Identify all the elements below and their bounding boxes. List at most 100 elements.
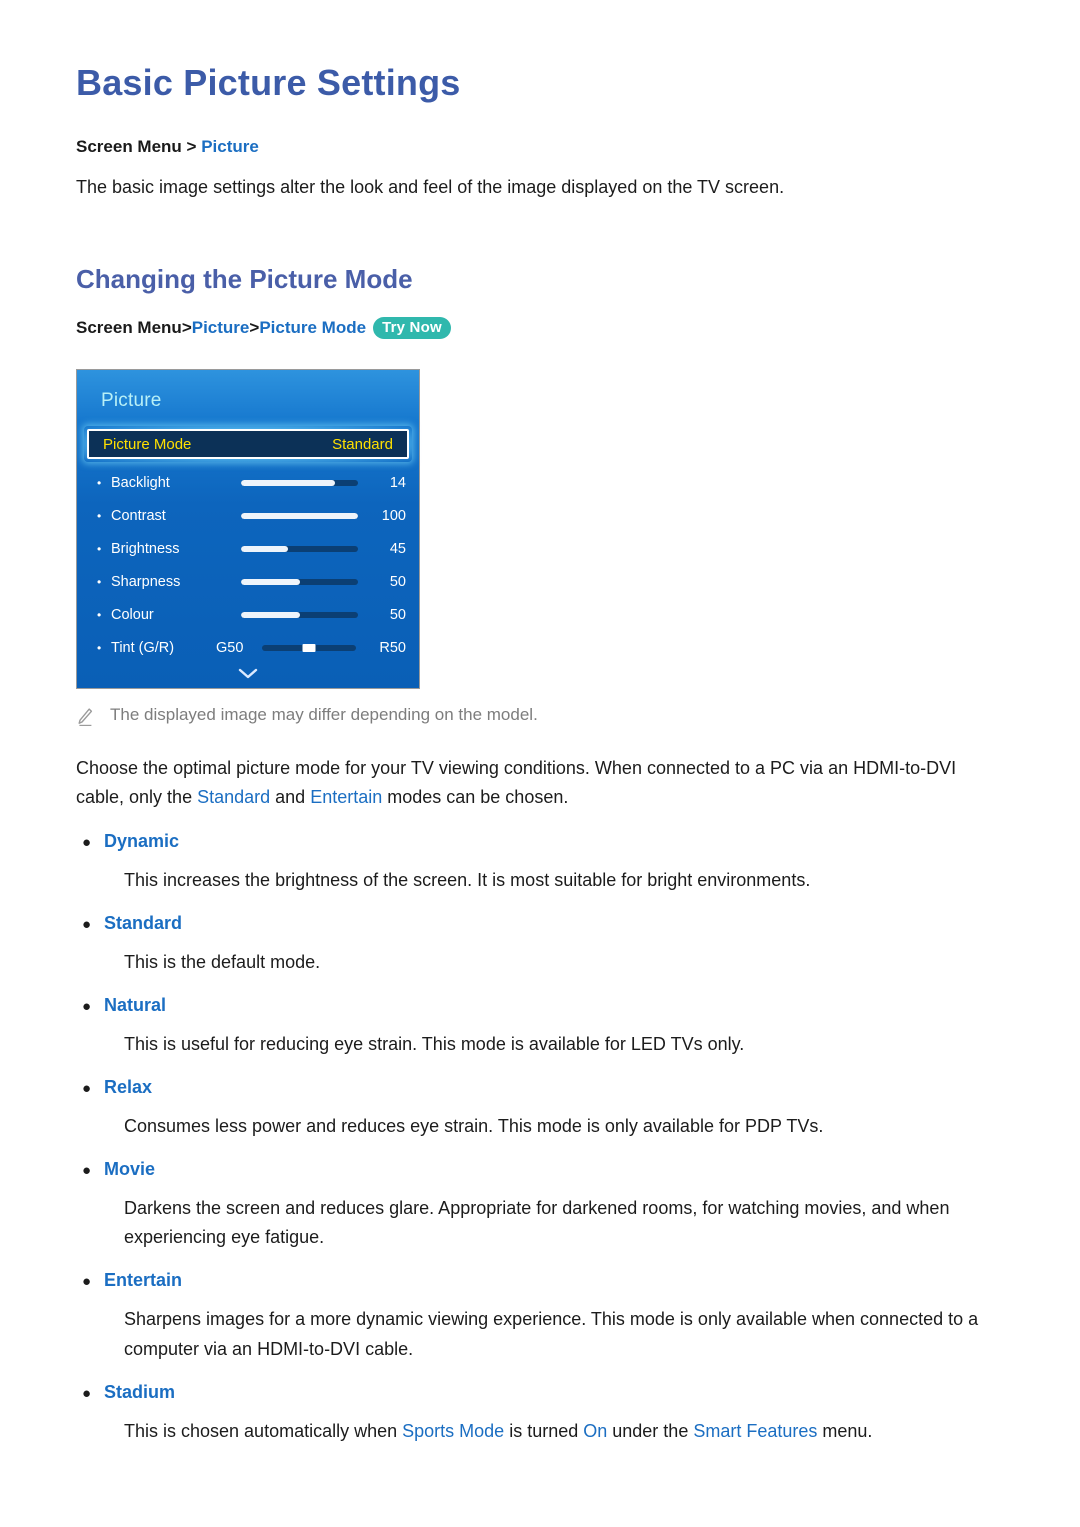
tv-menu-item-value: 14 <box>389 474 406 491</box>
breadcrumb-separator: > <box>186 137 197 156</box>
try-now-badge[interactable]: Try Now <box>373 316 451 340</box>
mode-heading: ● Stadium <box>76 1382 1004 1403</box>
tv-menu-item-label: Picture Mode <box>103 435 192 453</box>
mode-heading: ● Relax <box>76 1077 1004 1098</box>
tv-slider-fill <box>241 578 300 585</box>
tv-menu-item-label: Colour <box>111 606 154 623</box>
breadcrumb-prefix: Screen Menu <box>76 318 182 338</box>
breadcrumb-link-picture[interactable]: Picture <box>201 137 259 156</box>
mode-description: This is useful for reducing eye strain. … <box>124 1033 745 1054</box>
section-heading: Changing the Picture Mode <box>76 263 413 294</box>
note-text: The displayed image may differ depending… <box>110 705 538 725</box>
mode-description: This increases the brightness of the scr… <box>124 869 811 890</box>
mode-item-dynamic: ● Dynamic This increases the brightness … <box>76 831 1004 895</box>
tv-menu-item-value: 50 <box>389 606 406 623</box>
mode-item-movie: ● Movie Darkens the screen and reduces g… <box>76 1159 1004 1252</box>
mode-item-entertain: ● Entertain Sharpens images for a more d… <box>76 1270 1004 1363</box>
page-title: Basic Picture Settings <box>76 62 461 103</box>
tv-tint-right-label: R50 <box>379 639 406 656</box>
mode-name: Standard <box>104 912 183 933</box>
mode-name: Natural <box>104 994 167 1015</box>
stadium-highlight-smart-features: Smart Features <box>693 1420 818 1441</box>
body-text-part-2: and <box>270 787 311 808</box>
tv-menu-item-colour[interactable]: • Colour 50 <box>77 598 419 631</box>
mode-item-stadium: ● Stadium This is chosen automatically w… <box>76 1382 1004 1446</box>
tv-slider-contrast[interactable] <box>241 512 358 519</box>
document-page: Basic Picture Settings Screen Menu > Pic… <box>0 0 1080 1527</box>
breadcrumb-link-picture[interactable]: Picture <box>192 318 250 338</box>
bullet-icon: • <box>97 607 102 622</box>
stadium-highlight-on: On <box>583 1420 608 1441</box>
tv-slider-fill <box>241 545 288 552</box>
mode-item-relax: ● Relax Consumes less power and reduces … <box>76 1077 1004 1141</box>
tv-menu-item-value: 100 <box>381 507 406 524</box>
mode-description: Sharpens images for a more dynamic viewi… <box>124 1309 979 1359</box>
breadcrumb-section: Screen Menu > Picture > Picture Mode Try… <box>76 316 1004 340</box>
pencil-icon <box>76 705 96 732</box>
bullet-icon: ● <box>82 1162 92 1180</box>
tv-menu-item-brightness[interactable]: • Brightness 45 <box>77 532 419 565</box>
tv-slider-fill <box>241 479 335 486</box>
tv-slider-brightness[interactable] <box>241 545 358 552</box>
mode-heading: ● Entertain <box>76 1270 1004 1291</box>
tv-menu-rows: • Backlight 14 • Contrast 100 • Brightne… <box>77 462 419 683</box>
body-highlight-entertain: Entertain <box>310 787 383 808</box>
note-line: The displayed image may differ depending… <box>76 705 1004 732</box>
stadium-text-part-3: under the <box>607 1420 694 1441</box>
mode-description: This is the default mode. <box>124 951 321 972</box>
tv-menu-item-value: Standard <box>332 435 393 453</box>
body-paragraph: Choose the optimal picture mode for your… <box>76 754 1004 812</box>
intro-paragraph: The basic image settings alter the look … <box>76 177 785 198</box>
breadcrumb-top: Screen Menu > Picture <box>76 136 1004 158</box>
tv-menu-selected-row-glow: Picture Mode Standard <box>84 426 412 463</box>
bullet-icon: • <box>97 574 102 589</box>
mode-name: Entertain <box>104 1270 183 1291</box>
tv-slider-marker <box>302 643 316 652</box>
tv-slider-backlight[interactable] <box>241 479 358 486</box>
mode-heading: ● Movie <box>76 1159 1004 1180</box>
mode-name: Stadium <box>104 1381 176 1402</box>
tv-slider-tint[interactable] <box>262 643 356 652</box>
tv-slider-sharpness[interactable] <box>241 578 358 585</box>
stadium-highlight-sports-mode: Sports Mode <box>402 1420 505 1441</box>
tv-menu-item-picture-mode[interactable]: Picture Mode Standard <box>87 429 409 460</box>
tv-slider-colour[interactable] <box>241 611 358 618</box>
bullet-icon: ● <box>82 997 92 1015</box>
body-highlight-standard: Standard <box>197 787 271 808</box>
tv-menu-item-value: 50 <box>389 573 406 590</box>
mode-heading: ● Standard <box>76 913 1004 934</box>
breadcrumb-separator-2: > <box>249 318 260 338</box>
bullet-icon: • <box>97 508 102 523</box>
chevron-down-icon[interactable] <box>77 666 419 683</box>
mode-description-stadium: This is chosen automatically when Sports… <box>124 1417 1004 1446</box>
tv-menu-item-label: Sharpness <box>111 573 181 590</box>
mode-name: Relax <box>104 1077 153 1098</box>
mode-name: Movie <box>104 1159 156 1180</box>
mode-description: Darkens the screen and reduces glare. Ap… <box>124 1198 950 1248</box>
bullet-icon: • <box>97 640 102 655</box>
tv-slider-fill <box>241 512 358 519</box>
tv-tint-left-label: G50 <box>216 639 244 656</box>
mode-heading: ● Natural <box>76 995 1004 1016</box>
body-text-part-3: modes can be chosen. <box>382 787 569 808</box>
bullet-icon: ● <box>82 1080 92 1098</box>
breadcrumb-prefix: Screen Menu <box>76 137 182 156</box>
tv-menu-item-sharpness[interactable]: • Sharpness 50 <box>77 565 419 598</box>
tv-menu-item-backlight[interactable]: • Backlight 14 <box>77 466 419 499</box>
stadium-text-part-4: menu. <box>817 1420 873 1441</box>
mode-description: Consumes less power and reduces eye stra… <box>124 1116 824 1137</box>
breadcrumb-separator-1: > <box>181 318 192 338</box>
bullet-icon: • <box>97 475 102 490</box>
tv-menu-item-label: Backlight <box>111 474 170 491</box>
tv-menu-item-contrast[interactable]: • Contrast 100 <box>77 499 419 532</box>
bullet-icon: ● <box>82 915 92 933</box>
bullet-icon: ● <box>82 1384 92 1402</box>
tv-menu-item-tint[interactable]: • Tint (G/R) G50 R50 <box>77 631 419 664</box>
bullet-icon: ● <box>82 833 92 851</box>
tv-menu-title: Picture <box>101 390 162 412</box>
tv-slider-fill <box>241 611 300 618</box>
tv-menu-item-label: Brightness <box>111 540 180 557</box>
stadium-text-part-1: This is chosen automatically when <box>124 1420 403 1441</box>
breadcrumb-link-picture-mode[interactable]: Picture Mode <box>259 318 366 338</box>
mode-item-standard: ● Standard This is the default mode. <box>76 913 1004 977</box>
